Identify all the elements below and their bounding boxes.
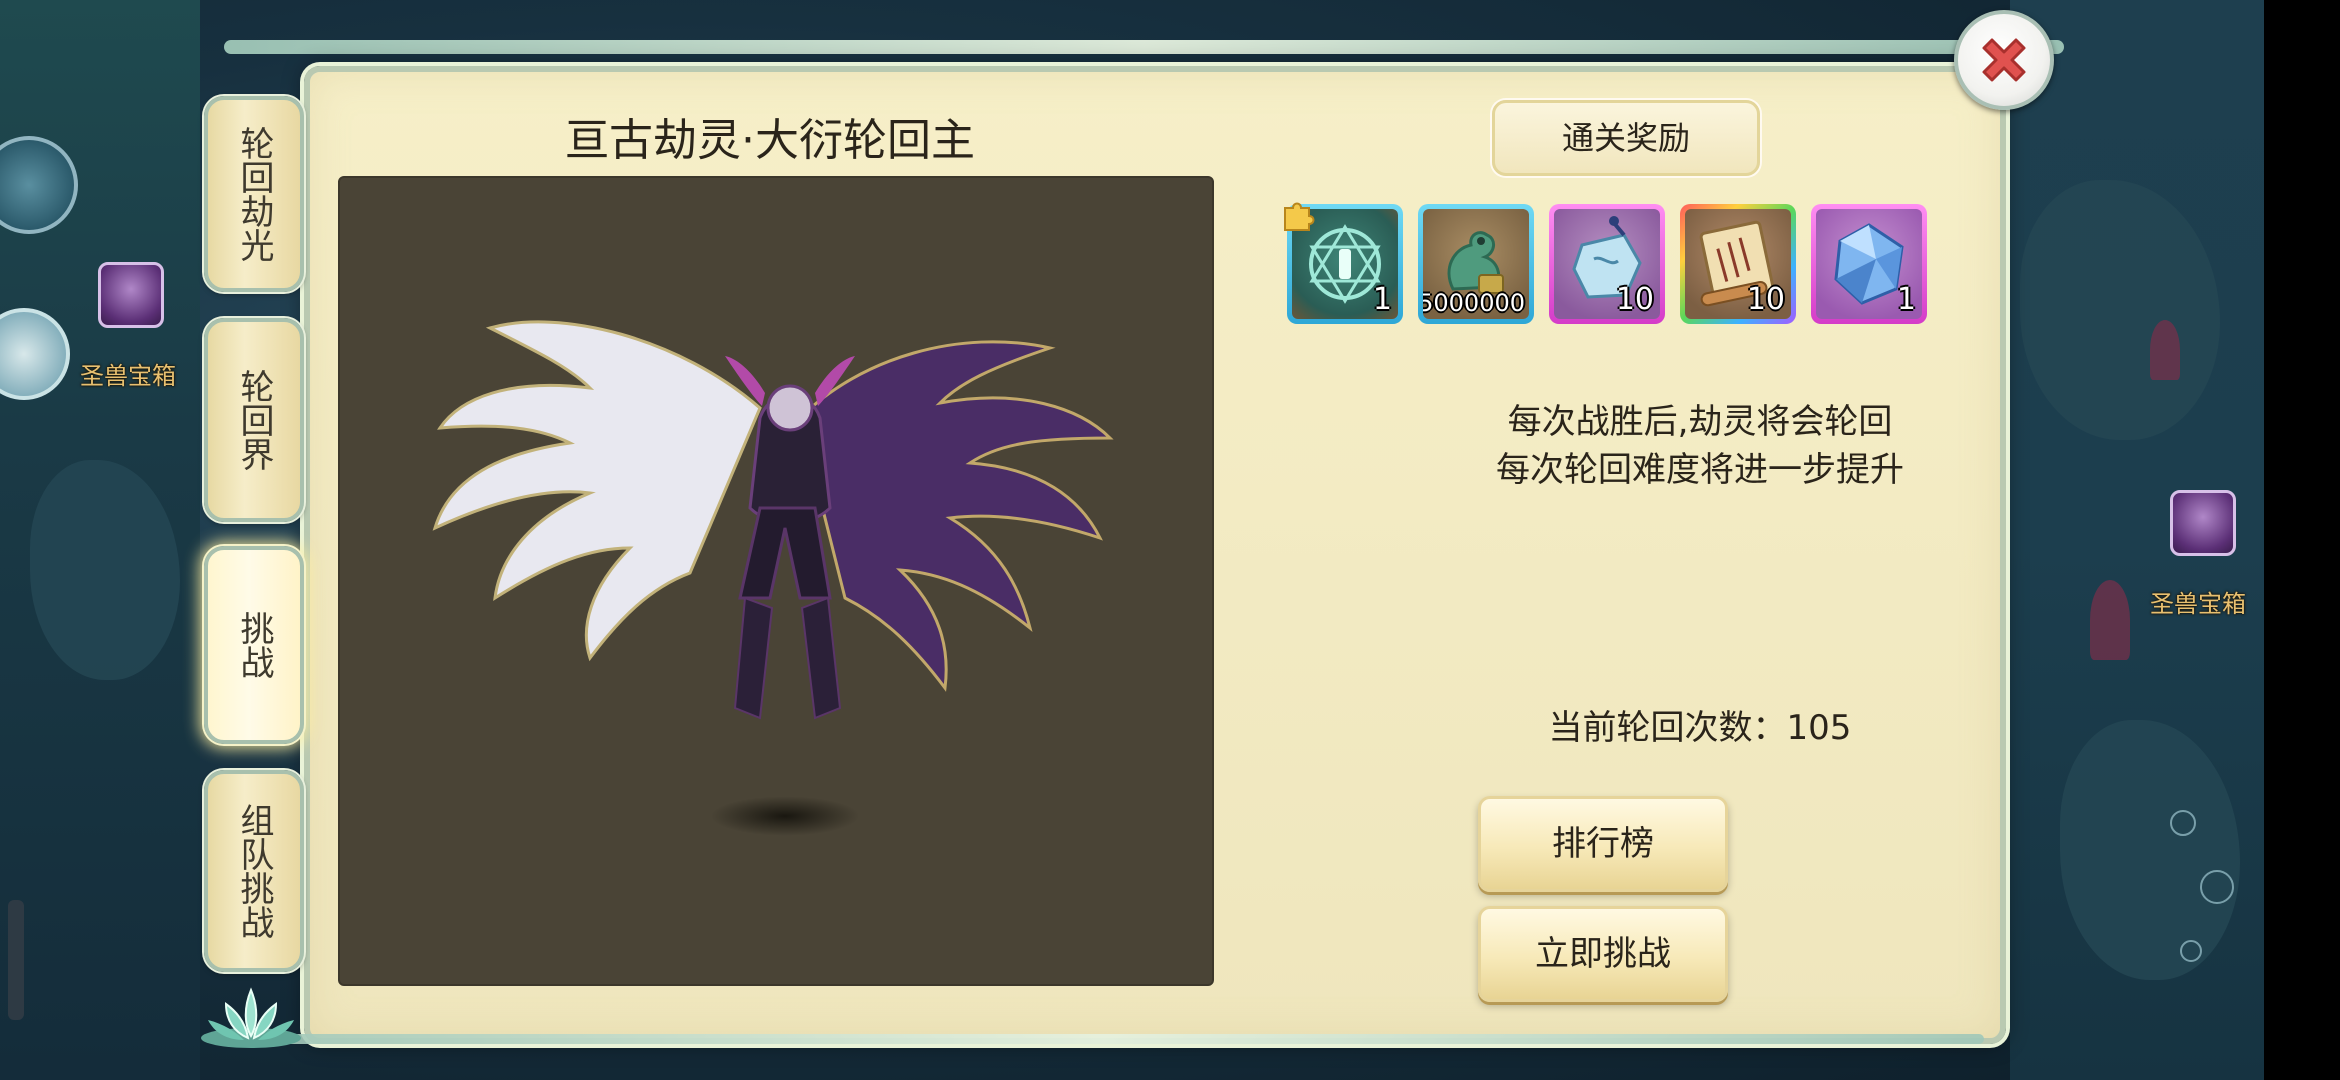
reward-item[interactable]: 10 bbox=[1549, 204, 1665, 324]
reward-quantity: 10 bbox=[1615, 282, 1654, 317]
reward-item[interactable]: 10 bbox=[1680, 204, 1796, 324]
bubble bbox=[2200, 870, 2234, 904]
coral bbox=[2150, 320, 2180, 380]
reward-item[interactable]: 5000000 bbox=[1418, 204, 1534, 324]
chest-label-right: 圣兽宝箱 bbox=[2150, 590, 2246, 618]
panel-bottom-ornament bbox=[224, 1034, 1984, 1044]
bubble bbox=[2180, 940, 2202, 962]
reward-item[interactable]: 1 bbox=[1284, 202, 1403, 324]
challenge-description: 每次战胜后,劫灵将会轮回 每次轮回难度将进一步提升 bbox=[1300, 398, 2100, 494]
challenge-now-button[interactable]: 立即挑战 bbox=[1478, 906, 1728, 1002]
tab-samsara-realm[interactable]: 轮回界 bbox=[204, 318, 304, 522]
tab-samsara-light[interactable]: 轮回劫光 bbox=[204, 96, 304, 292]
tab-challenge[interactable]: 挑战 bbox=[204, 546, 304, 744]
close-button[interactable] bbox=[1954, 10, 2054, 110]
coral bbox=[2090, 580, 2130, 660]
boss-model-view bbox=[338, 176, 1214, 986]
screen-edge bbox=[2264, 0, 2340, 1080]
lotus-icon bbox=[201, 987, 301, 1048]
bubble bbox=[2170, 810, 2196, 836]
chest-label-left: 圣兽宝箱 bbox=[80, 362, 176, 390]
reward-quantity: 1 bbox=[1896, 282, 1916, 317]
reward-quantity: 5000000 bbox=[1423, 289, 1525, 317]
boss-model-image bbox=[432, 320, 1114, 720]
reward-item[interactable]: 1 bbox=[1811, 204, 1927, 324]
panel-top-ornament bbox=[224, 40, 2064, 54]
ranking-button[interactable]: 排行榜 bbox=[1478, 796, 1728, 892]
reward-quantity: 10 bbox=[1746, 282, 1785, 317]
tab-team-challenge[interactable]: 组队挑战 bbox=[204, 770, 304, 972]
anchor-icon bbox=[8, 900, 24, 1020]
cycle-count: 当前轮回次数：105 bbox=[1548, 708, 1852, 748]
reward-quantity: 1 bbox=[1372, 282, 1392, 317]
close-icon bbox=[1982, 38, 2026, 82]
boss-shadow bbox=[710, 796, 860, 836]
description-line-2: 每次轮回难度将进一步提升 bbox=[1496, 450, 1904, 490]
boss-title: 亘古劫灵·大衍轮回主 bbox=[565, 115, 975, 166]
chest-icon[interactable] bbox=[98, 262, 164, 328]
puzzle-piece-icon bbox=[1284, 202, 1315, 231]
rewards-header: 通关奖励 bbox=[1492, 100, 1760, 176]
description-line-1: 每次战胜后,劫灵将会轮回 bbox=[1507, 402, 1893, 442]
chest-icon[interactable] bbox=[2170, 490, 2236, 556]
